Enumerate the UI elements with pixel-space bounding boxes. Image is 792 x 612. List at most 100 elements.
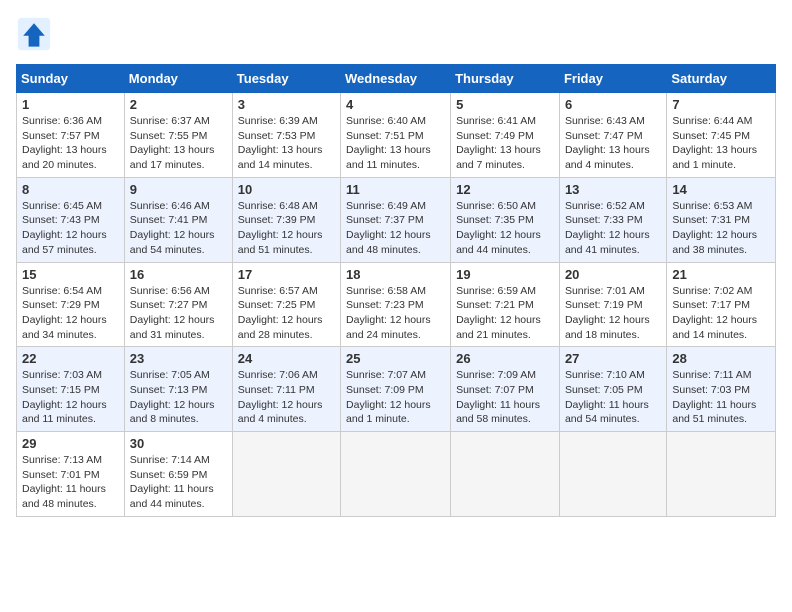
day-info: Sunrise: 7:05 AM Sunset: 7:13 PM Dayligh… xyxy=(130,368,227,427)
day-number: 6 xyxy=(565,97,661,112)
day-info: Sunrise: 6:49 AM Sunset: 7:37 PM Dayligh… xyxy=(346,199,445,258)
sunset-label: Sunset: 7:57 PM xyxy=(22,130,100,142)
sunset-label: Sunset: 7:01 PM xyxy=(22,469,100,481)
daylight-label: Daylight: 13 hours and 20 minutes. xyxy=(22,144,107,171)
sunrise-label: Sunrise: 6:46 AM xyxy=(130,200,210,212)
daylight-label: Daylight: 12 hours and 4 minutes. xyxy=(238,399,323,426)
calendar-header-thursday: Thursday xyxy=(451,65,560,93)
calendar-header-monday: Monday xyxy=(124,65,232,93)
day-number: 29 xyxy=(22,436,119,451)
daylight-label: Daylight: 12 hours and 31 minutes. xyxy=(130,314,215,341)
daylight-label: Daylight: 11 hours and 44 minutes. xyxy=(130,483,214,510)
day-number: 22 xyxy=(22,351,119,366)
day-number: 12 xyxy=(456,182,554,197)
calendar-cell: 12 Sunrise: 6:50 AM Sunset: 7:35 PM Dayl… xyxy=(451,177,560,262)
day-info: Sunrise: 6:37 AM Sunset: 7:55 PM Dayligh… xyxy=(130,114,227,173)
day-number: 15 xyxy=(22,267,119,282)
day-info: Sunrise: 6:43 AM Sunset: 7:47 PM Dayligh… xyxy=(565,114,661,173)
day-number: 9 xyxy=(130,182,227,197)
sunset-label: Sunset: 7:31 PM xyxy=(672,214,750,226)
day-info: Sunrise: 7:01 AM Sunset: 7:19 PM Dayligh… xyxy=(565,284,661,343)
day-number: 23 xyxy=(130,351,227,366)
calendar-cell: 14 Sunrise: 6:53 AM Sunset: 7:31 PM Dayl… xyxy=(667,177,776,262)
calendar-cell xyxy=(232,432,340,517)
sunrise-label: Sunrise: 6:36 AM xyxy=(22,115,102,127)
calendar-cell: 1 Sunrise: 6:36 AM Sunset: 7:57 PM Dayli… xyxy=(17,93,125,178)
calendar-cell: 18 Sunrise: 6:58 AM Sunset: 7:23 PM Dayl… xyxy=(341,262,451,347)
day-info: Sunrise: 6:46 AM Sunset: 7:41 PM Dayligh… xyxy=(130,199,227,258)
calendar-header-sunday: Sunday xyxy=(17,65,125,93)
daylight-label: Daylight: 13 hours and 14 minutes. xyxy=(238,144,323,171)
day-info: Sunrise: 6:44 AM Sunset: 7:45 PM Dayligh… xyxy=(672,114,770,173)
day-info: Sunrise: 6:52 AM Sunset: 7:33 PM Dayligh… xyxy=(565,199,661,258)
day-info: Sunrise: 6:41 AM Sunset: 7:49 PM Dayligh… xyxy=(456,114,554,173)
day-info: Sunrise: 6:54 AM Sunset: 7:29 PM Dayligh… xyxy=(22,284,119,343)
calendar-cell: 21 Sunrise: 7:02 AM Sunset: 7:17 PM Dayl… xyxy=(667,262,776,347)
sunrise-label: Sunrise: 7:06 AM xyxy=(238,369,318,381)
sunrise-label: Sunrise: 6:56 AM xyxy=(130,285,210,297)
calendar-cell: 15 Sunrise: 6:54 AM Sunset: 7:29 PM Dayl… xyxy=(17,262,125,347)
calendar-cell: 9 Sunrise: 6:46 AM Sunset: 7:41 PM Dayli… xyxy=(124,177,232,262)
sunset-label: Sunset: 7:29 PM xyxy=(22,299,100,311)
sunrise-label: Sunrise: 6:40 AM xyxy=(346,115,426,127)
day-number: 13 xyxy=(565,182,661,197)
calendar-cell: 2 Sunrise: 6:37 AM Sunset: 7:55 PM Dayli… xyxy=(124,93,232,178)
daylight-label: Daylight: 11 hours and 58 minutes. xyxy=(456,399,540,426)
sunset-label: Sunset: 7:05 PM xyxy=(565,384,643,396)
sunset-label: Sunset: 7:37 PM xyxy=(346,214,424,226)
sunrise-label: Sunrise: 6:53 AM xyxy=(672,200,752,212)
sunrise-label: Sunrise: 6:43 AM xyxy=(565,115,645,127)
daylight-label: Daylight: 12 hours and 24 minutes. xyxy=(346,314,431,341)
sunset-label: Sunset: 7:55 PM xyxy=(130,130,208,142)
daylight-label: Daylight: 13 hours and 11 minutes. xyxy=(346,144,431,171)
day-info: Sunrise: 7:11 AM Sunset: 7:03 PM Dayligh… xyxy=(672,368,770,427)
calendar-header-friday: Friday xyxy=(559,65,666,93)
day-info: Sunrise: 6:40 AM Sunset: 7:51 PM Dayligh… xyxy=(346,114,445,173)
day-info: Sunrise: 6:59 AM Sunset: 7:21 PM Dayligh… xyxy=(456,284,554,343)
sunset-label: Sunset: 7:11 PM xyxy=(238,384,315,396)
sunset-label: Sunset: 7:27 PM xyxy=(130,299,208,311)
calendar-cell: 5 Sunrise: 6:41 AM Sunset: 7:49 PM Dayli… xyxy=(451,93,560,178)
calendar-cell: 22 Sunrise: 7:03 AM Sunset: 7:15 PM Dayl… xyxy=(17,347,125,432)
calendar-cell: 20 Sunrise: 7:01 AM Sunset: 7:19 PM Dayl… xyxy=(559,262,666,347)
day-info: Sunrise: 6:36 AM Sunset: 7:57 PM Dayligh… xyxy=(22,114,119,173)
day-info: Sunrise: 6:56 AM Sunset: 7:27 PM Dayligh… xyxy=(130,284,227,343)
sunrise-label: Sunrise: 7:10 AM xyxy=(565,369,645,381)
sunset-label: Sunset: 7:09 PM xyxy=(346,384,424,396)
calendar-cell: 28 Sunrise: 7:11 AM Sunset: 7:03 PM Dayl… xyxy=(667,347,776,432)
day-number: 18 xyxy=(346,267,445,282)
sunrise-label: Sunrise: 6:54 AM xyxy=(22,285,102,297)
calendar-cell: 17 Sunrise: 6:57 AM Sunset: 7:25 PM Dayl… xyxy=(232,262,340,347)
day-info: Sunrise: 7:03 AM Sunset: 7:15 PM Dayligh… xyxy=(22,368,119,427)
daylight-label: Daylight: 11 hours and 54 minutes. xyxy=(565,399,649,426)
daylight-label: Daylight: 12 hours and 8 minutes. xyxy=(130,399,215,426)
calendar-cell xyxy=(667,432,776,517)
daylight-label: Daylight: 12 hours and 57 minutes. xyxy=(22,229,107,256)
sunrise-label: Sunrise: 6:37 AM xyxy=(130,115,210,127)
sunset-label: Sunset: 7:17 PM xyxy=(672,299,750,311)
sunset-label: Sunset: 7:35 PM xyxy=(456,214,534,226)
sunset-label: Sunset: 7:15 PM xyxy=(22,384,100,396)
daylight-label: Daylight: 11 hours and 48 minutes. xyxy=(22,483,106,510)
sunset-label: Sunset: 7:19 PM xyxy=(565,299,643,311)
sunrise-label: Sunrise: 7:02 AM xyxy=(672,285,752,297)
calendar-header-row: SundayMondayTuesdayWednesdayThursdayFrid… xyxy=(17,65,776,93)
calendar-cell: 10 Sunrise: 6:48 AM Sunset: 7:39 PM Dayl… xyxy=(232,177,340,262)
day-info: Sunrise: 7:07 AM Sunset: 7:09 PM Dayligh… xyxy=(346,368,445,427)
calendar-week-1: 1 Sunrise: 6:36 AM Sunset: 7:57 PM Dayli… xyxy=(17,93,776,178)
day-info: Sunrise: 6:53 AM Sunset: 7:31 PM Dayligh… xyxy=(672,199,770,258)
daylight-label: Daylight: 13 hours and 1 minute. xyxy=(672,144,757,171)
day-info: Sunrise: 7:13 AM Sunset: 7:01 PM Dayligh… xyxy=(22,453,119,512)
daylight-label: Daylight: 12 hours and 38 minutes. xyxy=(672,229,757,256)
calendar-cell xyxy=(341,432,451,517)
day-number: 26 xyxy=(456,351,554,366)
sunset-label: Sunset: 7:41 PM xyxy=(130,214,208,226)
calendar-cell: 16 Sunrise: 6:56 AM Sunset: 7:27 PM Dayl… xyxy=(124,262,232,347)
calendar-week-2: 8 Sunrise: 6:45 AM Sunset: 7:43 PM Dayli… xyxy=(17,177,776,262)
day-info: Sunrise: 7:02 AM Sunset: 7:17 PM Dayligh… xyxy=(672,284,770,343)
daylight-label: Daylight: 13 hours and 17 minutes. xyxy=(130,144,215,171)
day-number: 11 xyxy=(346,182,445,197)
day-number: 14 xyxy=(672,182,770,197)
daylight-label: Daylight: 13 hours and 4 minutes. xyxy=(565,144,650,171)
daylight-label: Daylight: 12 hours and 21 minutes. xyxy=(456,314,541,341)
